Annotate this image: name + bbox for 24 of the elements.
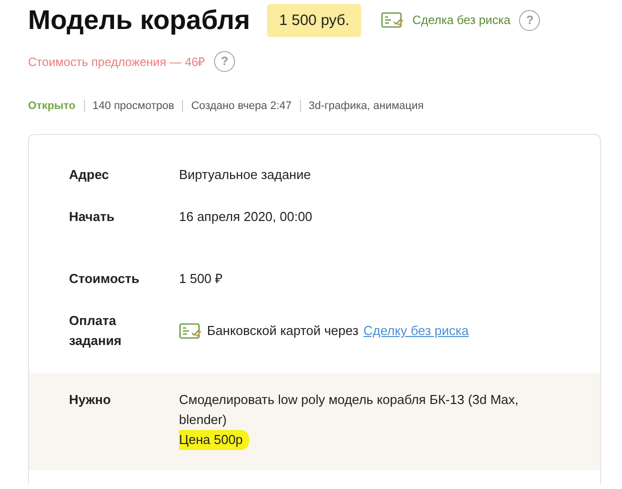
field-value: Смоделировать low poly модель корабля БК-13 (3d Max, blender) [179,391,520,429]
help-button[interactable]: ? [519,10,540,30]
meta-text: 140 просмотров [84,100,182,112]
field-label: Стоимость [69,270,139,288]
safe-deal-link[interactable]: Сделку без риска [363,321,469,341]
price-note: Цена 500р [179,430,249,450]
field-label: Нужно [69,391,112,409]
field-value: Банковской картой через [207,322,358,340]
field-label: Адрес [69,166,110,184]
field-value: 16 апреля 2020, 00:00 [179,208,314,226]
status-label: Открыто [28,100,77,112]
field-label: Начать [69,208,116,226]
price-badge: 1 500 руб. [267,4,362,36]
meta-text: Создано вчера 2:47 [182,100,300,112]
card-check-icon [381,12,404,28]
help-button[interactable]: ? [214,50,236,72]
card-check-icon [179,323,202,339]
field-label: Оплата задания [69,312,122,350]
safe-deal-label: Сделка без риска [412,13,510,27]
meta-text: 3d-графика, анимация [300,100,432,112]
field-value: 1 500 ₽ [179,270,224,288]
offer-cost-text: Стоимость предложения — 46₽ [28,54,206,70]
page-title: Модель корабля [28,4,250,36]
field-value: Виртуальное задание [179,166,312,184]
